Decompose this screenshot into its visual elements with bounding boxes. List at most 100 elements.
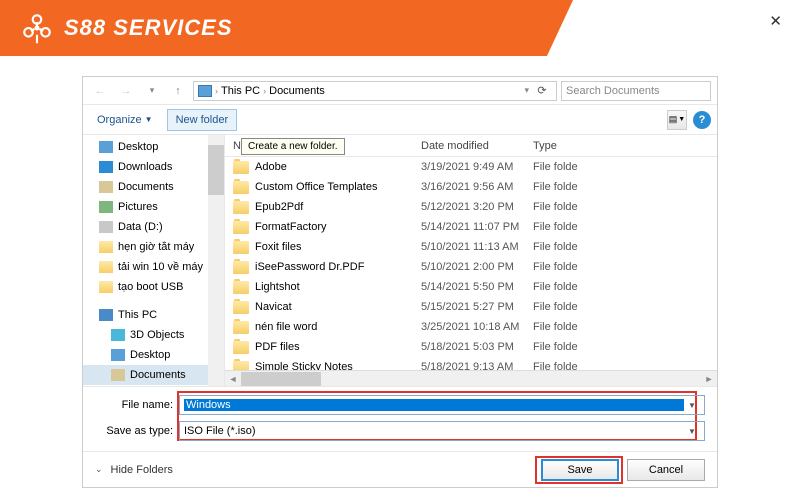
file-name: Lightshot [255, 281, 421, 293]
folder-icon [233, 361, 249, 371]
breadcrumb[interactable]: › This PC › Documents ▾ ⟳ [193, 81, 557, 101]
file-row[interactable]: PDF files5/18/2021 5:03 PMFile folde [225, 337, 717, 357]
scroll-right-icon[interactable]: ► [701, 374, 717, 384]
file-row[interactable]: Navicat5/15/2021 5:27 PMFile folde [225, 297, 717, 317]
scroll-left-icon[interactable]: ◄ [225, 374, 241, 384]
file-row[interactable]: nén file word3/25/2021 10:18 AMFile fold… [225, 317, 717, 337]
nav-item[interactable]: Downloads📌 [83, 157, 224, 177]
new-folder-button[interactable]: New folder [167, 109, 238, 131]
folder-icon [99, 221, 113, 233]
help-icon[interactable]: ? [693, 111, 711, 129]
file-date: 5/10/2021 2:00 PM [421, 261, 533, 273]
file-name: Navicat [255, 301, 421, 313]
file-row[interactable]: Epub2Pdf5/12/2021 3:20 PMFile folde [225, 197, 717, 217]
nav-label: Documents [118, 181, 174, 193]
organize-button[interactable]: Organize ▼ [89, 110, 161, 130]
file-row[interactable]: Lightshot5/14/2021 5:50 PMFile folde [225, 277, 717, 297]
file-type: File folde [533, 241, 578, 253]
crumb-location[interactable]: Documents [269, 85, 325, 97]
nav-item[interactable]: This PC [83, 305, 224, 325]
file-row[interactable]: Custom Office Templates3/16/2021 9:56 AM… [225, 177, 717, 197]
file-name: iSeePassword Dr.PDF [255, 261, 421, 273]
nav-label: tạo boot USB [118, 281, 183, 293]
folder-icon [111, 329, 125, 341]
cancel-button[interactable]: Cancel [627, 459, 705, 481]
file-type: File folde [533, 361, 578, 370]
nav-scrollbar[interactable] [208, 135, 224, 386]
file-list[interactable]: Adobe3/19/2021 9:49 AMFile foldeCustom O… [225, 157, 717, 370]
search-input[interactable]: Search Documents [561, 81, 711, 101]
folder-icon [99, 161, 113, 173]
hide-folders-button[interactable]: Hide Folders [111, 464, 173, 476]
chevron-down-icon[interactable]: ▾ [524, 85, 529, 96]
file-type: File folde [533, 321, 578, 333]
nav-item[interactable]: Desktop📌 [83, 137, 224, 157]
chevron-down-icon: ⌄ [95, 464, 103, 475]
folder-icon [99, 181, 113, 193]
file-name: Epub2Pdf [255, 201, 421, 213]
saveas-value: ISO File (*.iso) [184, 425, 684, 437]
nav-back-button[interactable]: ← [89, 80, 111, 102]
column-type[interactable]: Type [533, 140, 717, 152]
folder-icon [233, 221, 249, 234]
horizontal-scrollbar[interactable]: ◄ ► [225, 370, 717, 386]
folder-icon [233, 341, 249, 354]
folder-icon [233, 321, 249, 334]
file-type: File folde [533, 281, 578, 293]
nav-item[interactable]: Documents📌 [83, 177, 224, 197]
pc-icon [198, 85, 212, 97]
toolbar: Organize ▼ New folder Create a new folde… [83, 105, 717, 135]
folder-icon [233, 261, 249, 274]
file-row[interactable]: Foxit files5/10/2021 11:13 AMFile folde [225, 237, 717, 257]
nav-item[interactable]: Data (D:)📌 [83, 217, 224, 237]
nav-item[interactable]: tạo boot USB [83, 277, 224, 297]
file-date: 5/14/2021 11:07 PM [421, 221, 533, 233]
nav-label: Downloads [118, 161, 172, 173]
file-row[interactable]: Adobe3/19/2021 9:49 AMFile folde [225, 157, 717, 177]
file-type: File folde [533, 181, 578, 193]
nav-up-button[interactable]: ↑ [167, 80, 189, 102]
close-icon[interactable]: ✕ [769, 12, 782, 30]
nav-label: Desktop [130, 349, 170, 361]
nav-forward-button[interactable]: → [115, 80, 137, 102]
saveas-type-select[interactable]: ISO File (*.iso) ▼ [179, 421, 705, 441]
file-date: 3/19/2021 9:49 AM [421, 161, 533, 173]
nav-item[interactable]: Pictures📌 [83, 197, 224, 217]
chevron-down-icon[interactable]: ▼ [684, 427, 700, 436]
crumb-pc[interactable]: This PC [221, 85, 260, 97]
nav-item[interactable]: 3D Objects [83, 325, 224, 345]
saveas-label: Save as type: [95, 425, 179, 437]
nav-item[interactable]: hẹn giờ tắt máy [83, 237, 224, 257]
nav-item[interactable]: Desktop [83, 345, 224, 365]
file-date: 5/14/2021 5:50 PM [421, 281, 533, 293]
nav-item[interactable]: Documents [83, 365, 224, 385]
chevron-down-icon[interactable]: ▼ [684, 401, 700, 410]
file-name: Foxit files [255, 241, 421, 253]
filename-label: File name: [95, 399, 179, 411]
file-type: File folde [533, 201, 578, 213]
nav-label: hẹn giờ tắt máy [118, 241, 194, 253]
scroll-thumb[interactable] [241, 372, 321, 386]
file-row[interactable]: iSeePassword Dr.PDF5/10/2021 2:00 PMFile… [225, 257, 717, 277]
file-date: 5/18/2021 9:13 AM [421, 361, 533, 370]
nav-item[interactable]: tải win 10 về máy [83, 257, 224, 277]
folder-icon [99, 281, 113, 293]
folder-icon [233, 161, 249, 174]
save-button[interactable]: Save [541, 459, 619, 481]
file-row[interactable]: Simple Sticky Notes5/18/2021 9:13 AMFile… [225, 357, 717, 370]
chevron-right-icon: › [215, 86, 218, 96]
nav-recent-button[interactable]: ▾ [141, 80, 163, 102]
file-date: 5/12/2021 3:20 PM [421, 201, 533, 213]
address-bar-row: ← → ▾ ↑ › This PC › Documents ▾ ⟳ Search… [83, 77, 717, 105]
folder-icon [111, 369, 125, 381]
column-date[interactable]: Date modified [421, 140, 533, 152]
filename-input[interactable]: Windows ▼ [179, 395, 705, 415]
new-folder-tooltip: Create a new folder. [241, 138, 345, 155]
file-row[interactable]: FormatFactory5/14/2021 11:07 PMFile fold… [225, 217, 717, 237]
folder-icon [99, 309, 113, 321]
refresh-icon[interactable]: ⟳ [532, 84, 552, 97]
file-name: Adobe [255, 161, 421, 173]
view-options-button[interactable]: ▤▼ [667, 110, 687, 130]
file-name: Custom Office Templates [255, 181, 421, 193]
brand-header: S88 SERVICES [0, 0, 800, 56]
